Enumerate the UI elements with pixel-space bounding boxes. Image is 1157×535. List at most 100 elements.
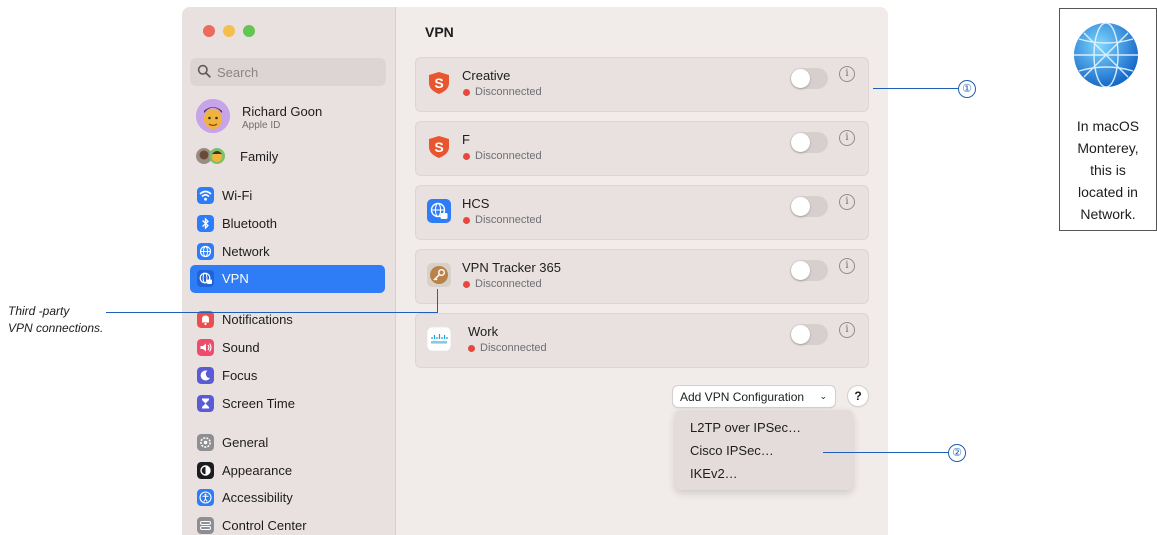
note-line: located in <box>1078 184 1138 200</box>
hourglass-icon <box>197 395 214 412</box>
sidebar-item-notifications[interactable]: Notifications <box>190 306 385 333</box>
profile-subtitle: Apple ID <box>242 120 281 131</box>
sound-icon <box>197 339 214 356</box>
profile-name[interactable]: Richard Goon <box>242 104 322 119</box>
window-controls <box>203 25 255 37</box>
vpn-toggle[interactable] <box>790 132 828 153</box>
sidebar-item-vpn[interactable]: VPN <box>190 265 385 293</box>
sidebar-item-general[interactable]: General <box>190 429 385 456</box>
cisco-icon <box>427 327 451 351</box>
avatar[interactable] <box>196 99 230 133</box>
callout-2: ② <box>948 444 966 462</box>
sidebar-item-label: Control Center <box>222 518 307 533</box>
third-party-callout-riser <box>437 289 438 313</box>
vpn-row-work[interactable]: Work Disconnected i <box>415 313 869 368</box>
sidebar-item-network[interactable]: Network <box>190 238 385 265</box>
vpn-type-menu: L2TP over IPSec… Cisco IPSec… IKEv2… <box>675 410 853 490</box>
sidebar-item-accessibility[interactable]: Accessibility <box>190 484 385 511</box>
info-icon[interactable]: i <box>839 194 855 210</box>
sidebar-item-label: Screen Time <box>222 396 295 411</box>
svg-text:S: S <box>434 75 443 91</box>
vpn-status: Disconnected <box>475 150 542 162</box>
focus-icon <box>197 367 214 384</box>
add-vpn-label: Add VPN Configuration <box>680 390 805 404</box>
shield-s-icon: S <box>429 72 449 94</box>
status-dot <box>463 153 470 160</box>
help-button[interactable]: ? <box>848 386 868 406</box>
vpn-toggle[interactable] <box>790 68 828 89</box>
gear-icon <box>197 434 214 451</box>
menu-item-ikev2[interactable]: IKEv2… <box>690 466 738 481</box>
add-vpn-configuration-button[interactable]: Add VPN Configuration ⌄ <box>673 386 835 407</box>
info-icon[interactable]: i <box>839 322 855 338</box>
info-icon[interactable]: i <box>839 258 855 274</box>
sidebar-item-label: VPN <box>222 271 249 286</box>
key-icon <box>427 263 451 287</box>
sidebar-item-screen-time[interactable]: Screen Time <box>190 390 385 417</box>
vpn-name: HCS <box>462 196 490 211</box>
callout-line-2 <box>823 452 949 453</box>
sidebar-item-wifi[interactable]: Wi-Fi <box>190 182 385 209</box>
settings-window: Search Richard Goon Apple ID Family Wi-F… <box>182 7 888 535</box>
globe-lock-icon <box>427 199 451 223</box>
close-button[interactable] <box>203 25 215 37</box>
page-title: VPN <box>425 24 454 40</box>
status-dot <box>468 345 475 352</box>
status-dot <box>463 281 470 288</box>
note-line: Network. <box>1080 206 1136 222</box>
vpn-name: F <box>462 132 470 147</box>
notifications-icon <box>197 311 214 328</box>
note-text: In macOS Monterey, this is located in Ne… <box>1060 115 1156 225</box>
status-dot <box>463 217 470 224</box>
sidebar-item-appearance[interactable]: Appearance <box>190 457 385 484</box>
svg-text:S: S <box>434 139 443 155</box>
vpn-row-hcs[interactable]: HCS Disconnected i <box>415 185 869 240</box>
sidebar-item-sound[interactable]: Sound <box>190 334 385 361</box>
vpn-status: Disconnected <box>480 342 547 354</box>
vpn-row-f[interactable]: S F Disconnected i <box>415 121 869 176</box>
vpn-toggle[interactable] <box>790 260 828 281</box>
sidebar-item-bluetooth[interactable]: Bluetooth <box>190 210 385 237</box>
family-avatars-icon <box>196 148 225 164</box>
sidebar-item-label: Bluetooth <box>222 216 277 231</box>
vpn-toggle[interactable] <box>790 196 828 217</box>
memoji-icon <box>196 99 230 133</box>
status-dot <box>463 89 470 96</box>
search-field[interactable]: Search <box>190 58 386 86</box>
vpn-row-creative[interactable]: S Creative Disconnected i <box>415 57 869 112</box>
note-line: this is <box>1090 162 1126 178</box>
info-icon[interactable]: i <box>839 66 855 82</box>
sidebar-item-label: Focus <box>222 368 258 383</box>
menu-item-cisco-ipsec[interactable]: Cisco IPSec… <box>690 443 774 458</box>
sidebar: Search Richard Goon Apple ID Family Wi-F… <box>182 7 396 535</box>
vpn-toggle[interactable] <box>790 324 828 345</box>
sidebar-item-label: General <box>222 435 269 450</box>
vpn-icon <box>197 270 214 287</box>
accessibility-icon <box>197 489 214 506</box>
zoom-button[interactable] <box>243 25 255 37</box>
shield-s-icon: S <box>429 136 449 158</box>
sidebar-item-label: Network <box>222 244 270 259</box>
bluetooth-icon <box>197 215 214 232</box>
vpn-row-vpn-tracker[interactable]: VPN Tracker 365 Disconnected i <box>415 249 869 304</box>
network-globe-icon <box>1074 22 1138 88</box>
note-line: In macOS <box>1076 118 1140 134</box>
annotation-line: VPN connections. <box>8 321 104 335</box>
monterey-note: In macOS Monterey, this is located in Ne… <box>1059 8 1157 231</box>
annotation-line: Third -party <box>8 304 70 318</box>
wifi-icon <box>197 187 214 204</box>
minimize-button[interactable] <box>223 25 235 37</box>
sidebar-item-control-center[interactable]: Control Center <box>190 512 385 535</box>
vpn-name: Creative <box>462 68 511 83</box>
sidebar-item-label: Accessibility <box>222 490 293 505</box>
sidebar-item-label: Sound <box>222 340 260 355</box>
callout-line-1 <box>873 88 959 89</box>
info-icon[interactable]: i <box>839 130 855 146</box>
sidebar-item-family[interactable]: Family <box>240 149 278 164</box>
sidebar-item-focus[interactable]: Focus <box>190 362 385 389</box>
vpn-status: Disconnected <box>475 214 542 226</box>
note-line: Monterey, <box>1077 140 1139 156</box>
menu-item-l2tp[interactable]: L2TP over IPSec… <box>690 420 801 435</box>
appearance-icon <box>197 462 214 479</box>
callout-1: ① <box>958 80 976 98</box>
